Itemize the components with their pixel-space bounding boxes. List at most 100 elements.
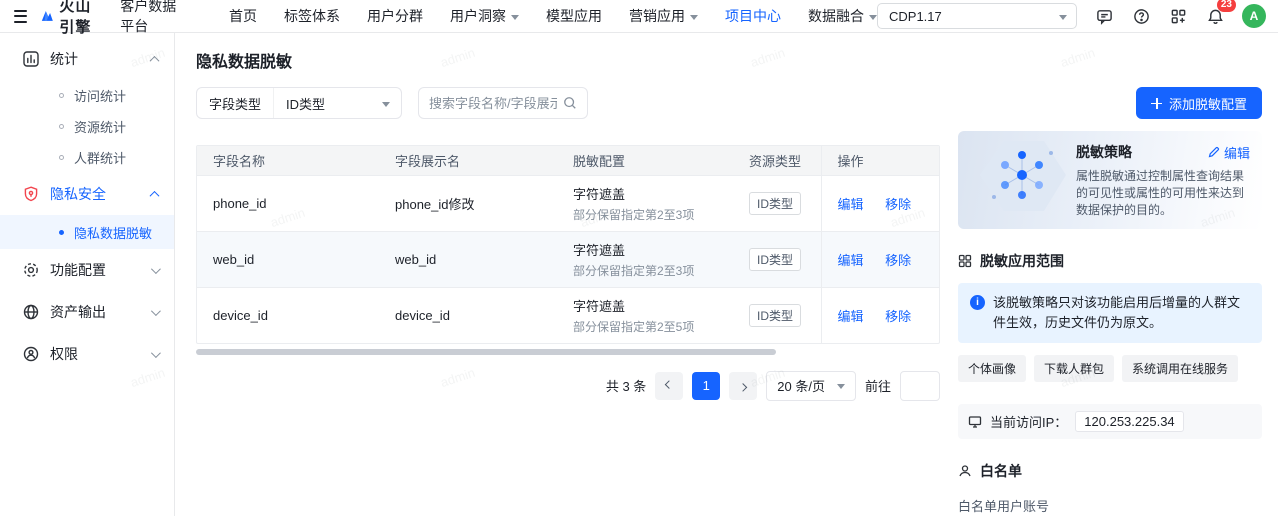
nav-item-home[interactable]: 首页 <box>229 6 257 26</box>
sidebar-item-label: 访问统计 <box>74 86 126 105</box>
notification-badge: 23 <box>1217 0 1236 12</box>
app-shell: 统计 访问统计 资源统计 人群统计 <box>0 33 1278 516</box>
nav-item-project-center[interactable]: 项目中心 <box>725 6 781 26</box>
scope-tag-online-service[interactable]: 系统调用在线服务 <box>1122 355 1238 382</box>
chevron-right-icon <box>739 383 747 391</box>
ip-value: 120.253.225.34 <box>1075 411 1183 432</box>
nav-item-models[interactable]: 模型应用 <box>546 6 602 26</box>
project-version-value: CDP1.17 <box>889 9 942 24</box>
sidebar-item-label: 资源统计 <box>74 117 126 136</box>
user-icon <box>958 464 972 478</box>
scope-tags: 个体画像 下载人群包 系统调用在线服务 <box>958 355 1262 382</box>
volcengine-logo[interactable]: 火山引擎 <box>40 0 107 37</box>
privacy-shield-icon <box>22 185 40 203</box>
sidebar-item-statistics[interactable]: 统计 <box>0 38 174 80</box>
sidebar-item-audience-stats[interactable]: 人群统计 <box>0 142 174 173</box>
field-type-select[interactable]: 字段类型 ID类型 <box>196 87 402 119</box>
chevron-down-icon <box>837 384 845 389</box>
mask-detail: 部分保留指定第2至5项 <box>573 318 717 335</box>
resource-type-tag: ID类型 <box>749 304 801 327</box>
sidebar-item-visit-stats[interactable]: 访问统计 <box>0 80 174 111</box>
nav-item-tags[interactable]: 标签体系 <box>284 6 340 26</box>
sidebar-item-label: 隐私数据脱敏 <box>74 223 152 242</box>
sidebar-item-resource-stats[interactable]: 资源统计 <box>0 111 174 142</box>
monitor-ip-icon <box>968 415 982 429</box>
chevron-down-icon <box>511 15 519 20</box>
gear-icon <box>22 261 40 279</box>
scope-grid-icon <box>958 254 972 268</box>
chevron-down-icon <box>151 306 161 316</box>
field-name: phone_id <box>213 196 267 211</box>
chevron-down-icon <box>869 15 877 20</box>
next-page-button[interactable] <box>729 372 757 400</box>
mask-method: 字符遮盖 <box>573 184 717 203</box>
sidebar-item-label: 统计 <box>50 49 78 69</box>
search-input[interactable] <box>429 96 557 111</box>
avatar[interactable]: A <box>1242 4 1266 28</box>
sidebar-item-privacy-data-masking[interactable]: 隐私数据脱敏 <box>0 215 174 249</box>
bullet-icon <box>59 93 64 98</box>
project-version-select[interactable]: CDP1.17 <box>877 3 1077 29</box>
page-size-select[interactable]: 20 条/页 <box>766 371 856 401</box>
remove-link[interactable]: 移除 <box>885 253 911 268</box>
current-page-button[interactable]: 1 <box>692 372 720 400</box>
scope-section-header: 脱敏应用范围 <box>958 251 1262 271</box>
edit-policy-button[interactable]: 编辑 <box>1208 143 1250 162</box>
search-box <box>418 87 588 119</box>
chevron-down-icon <box>690 15 698 20</box>
edit-link[interactable]: 编辑 <box>838 253 864 268</box>
sidebar-item-label: 隐私安全 <box>50 184 106 204</box>
help-icon[interactable] <box>1131 6 1151 26</box>
nav-item-data-fusion[interactable]: 数据融合 <box>808 6 877 26</box>
sidebar-item-label: 功能配置 <box>50 260 106 280</box>
policy-description: 属性脱敏通过控制属性查询结果的可见性或属性的可用性来达到数据保护的目的。 <box>1076 168 1250 219</box>
search-icon <box>563 96 577 110</box>
chevron-up-icon <box>150 55 160 65</box>
alert-text: 该脱敏策略只对该功能启用后增量的人群文件生效，历史文件仍为原文。 <box>993 293 1250 333</box>
goto-page-input[interactable] <box>900 371 940 401</box>
hamburger-menu-icon[interactable] <box>14 10 27 23</box>
sidebar-item-permissions[interactable]: 权限 <box>0 333 174 375</box>
scrollbar-thumb[interactable] <box>196 349 776 355</box>
resource-type-tag: ID类型 <box>749 192 801 215</box>
remove-link[interactable]: 移除 <box>885 197 911 212</box>
mask-method: 字符遮盖 <box>573 296 717 315</box>
whitelist-title: 白名单 <box>980 461 1022 481</box>
field-display-name: phone_id修改 <box>395 197 475 212</box>
mask-method: 字符遮盖 <box>573 240 717 259</box>
add-masking-config-button[interactable]: 添加脱敏配置 <box>1136 87 1262 119</box>
masking-table: 字段名称 字段展示名 脱敏配置 资源类型 操作 phone_id <box>196 145 940 344</box>
nav-item-segments[interactable]: 用户分群 <box>367 6 423 26</box>
nav-item-marketing[interactable]: 营销应用 <box>629 6 698 26</box>
hexagon-decoration <box>970 133 1074 217</box>
scope-tag-download[interactable]: 下载人群包 <box>1034 355 1114 382</box>
edit-link[interactable]: 编辑 <box>838 309 864 324</box>
sidebar-item-feature-config[interactable]: 功能配置 <box>0 249 174 291</box>
info-icon <box>970 295 985 310</box>
topbar: 火山引擎 客户数据平台 首页 标签体系 用户分群 用户洞察 模型应用 营销应用 … <box>0 0 1278 33</box>
column-header-resource-type: 资源类型 <box>733 146 821 175</box>
chevron-down-icon <box>1059 15 1067 20</box>
column-header-field-name: 字段名称 <box>197 146 379 175</box>
policy-title: 脱敏策略 <box>1076 142 1132 162</box>
prev-page-button[interactable] <box>655 372 683 400</box>
add-button-label: 添加脱敏配置 <box>1169 94 1247 113</box>
field-name: web_id <box>213 252 254 267</box>
permission-lock-icon <box>22 345 40 363</box>
topbar-right: CDP1.17 <box>877 3 1266 29</box>
nav-item-insights[interactable]: 用户洞察 <box>450 6 519 26</box>
remove-link[interactable]: 移除 <box>885 309 911 324</box>
sidebar-item-privacy-security[interactable]: 隐私安全 <box>0 173 174 215</box>
bullet-icon <box>59 230 64 235</box>
sidebar-item-label: 资产输出 <box>50 302 106 322</box>
notifications-bell-icon[interactable]: 23 <box>1205 6 1225 26</box>
feedback-icon[interactable] <box>1094 6 1114 26</box>
console-apps-icon[interactable] <box>1168 6 1188 26</box>
scope-tag-profile[interactable]: 个体画像 <box>958 355 1026 382</box>
field-display-name: device_id <box>395 308 450 323</box>
sidebar-item-asset-output[interactable]: 资产输出 <box>0 291 174 333</box>
edit-link[interactable]: 编辑 <box>838 197 864 212</box>
column-header-display-name: 字段展示名 <box>379 146 557 175</box>
field-type-label: 字段类型 <box>197 88 273 118</box>
bar-chart-icon <box>22 50 40 68</box>
